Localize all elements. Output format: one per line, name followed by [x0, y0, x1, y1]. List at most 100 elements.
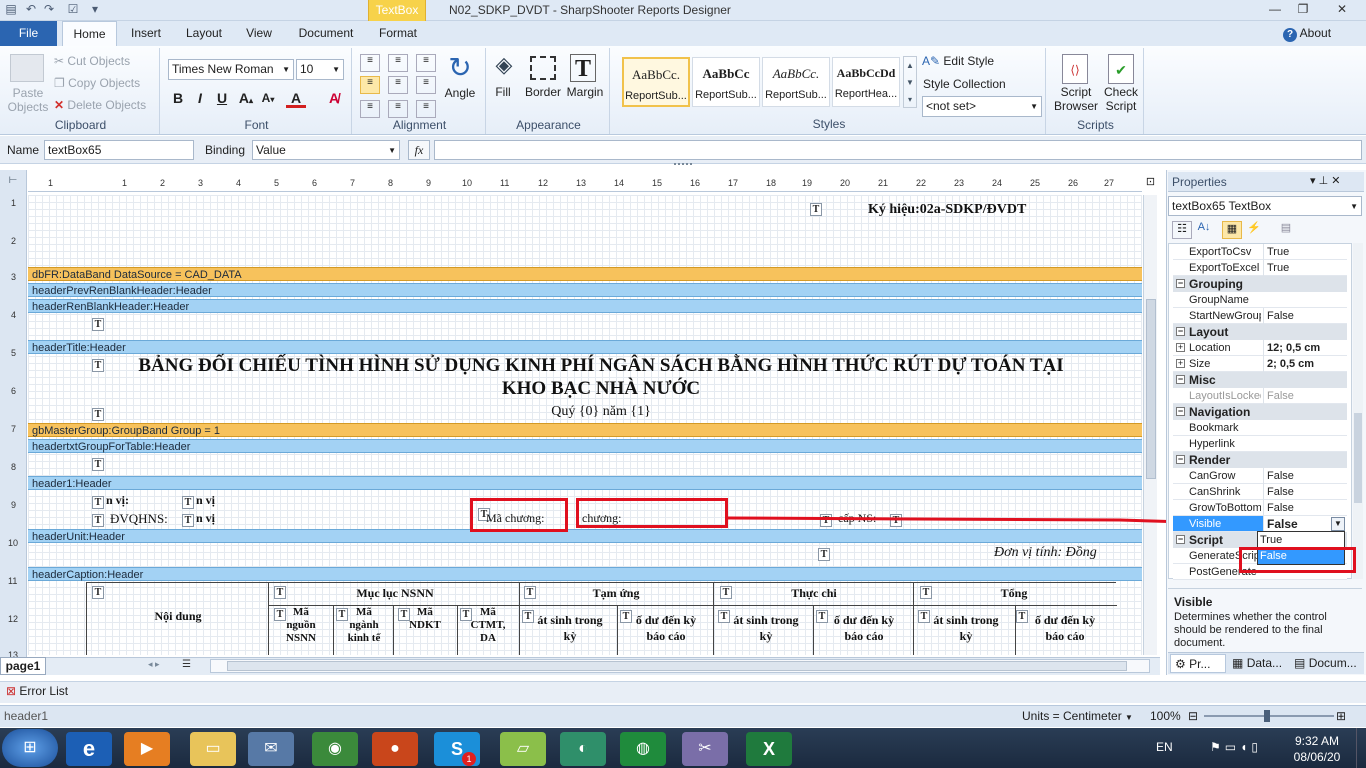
col-thucchi-phatsinh[interactable]: át sinh trong kỳ — [716, 612, 816, 644]
prop-row-exporttoexcel[interactable]: ExportToExcel True — [1173, 260, 1347, 276]
page-tab-page1[interactable]: page1 — [0, 657, 46, 675]
expand-icon[interactable]: + — [1176, 343, 1185, 352]
style-item-4[interactable]: AaBbCcDd ReportHea... — [832, 57, 900, 107]
checkbox-icon[interactable]: ☑ — [66, 2, 80, 16]
align-bottom-left-icon[interactable]: ≡ — [360, 100, 380, 118]
col-thucchi[interactable]: Thực chi — [714, 586, 914, 600]
prop-row-size[interactable]: + Size 2; 0,5 cm — [1173, 356, 1347, 372]
align-middle-center-icon[interactable]: ≡ — [388, 76, 408, 94]
zoom-in-icon[interactable]: ⊞ — [1336, 709, 1346, 723]
tab-file[interactable]: File — [0, 21, 57, 46]
undo-icon[interactable]: ↶ — [24, 2, 38, 16]
margin-button[interactable]: Margin — [564, 85, 606, 99]
delete-button[interactable]: ✕ Delete Objects — [54, 98, 146, 112]
object-select[interactable]: textBox65 TextBox ▼ — [1168, 196, 1362, 216]
horizontal-scroll-thumb[interactable] — [227, 661, 1127, 671]
redo-icon[interactable]: ↷ — [42, 2, 56, 16]
minimize-button[interactable]: — — [1262, 0, 1288, 19]
tray-icons[interactable]: ⚑▭◖▯ — [1210, 740, 1262, 754]
textbox-icon[interactable]: T — [92, 496, 104, 509]
prop-cat-misc[interactable]: − Misc — [1173, 372, 1347, 388]
textbox-icon[interactable]: T — [92, 586, 104, 599]
firefox-icon[interactable]: ● — [372, 732, 418, 766]
prop-cat-layout[interactable]: − Layout — [1173, 324, 1347, 340]
splitter-handle[interactable] — [674, 163, 692, 167]
col-tong-sodu[interactable]: ố dư đến kỳ báo cáo — [1014, 612, 1116, 644]
zoom-slider-thumb[interactable] — [1264, 710, 1270, 722]
app-round-icon[interactable]: ◍ — [620, 732, 666, 766]
col-mucluc[interactable]: Mục lục NSNN — [270, 586, 520, 600]
vertical-scroll-thumb[interactable] — [1146, 299, 1156, 479]
report-canvas[interactable]: T Ký hiệu:02a-SDKP/ĐVDT dbFR:DataBand Da… — [28, 195, 1142, 655]
clear-format-icon[interactable]: A̸ — [324, 88, 344, 108]
style-item-3[interactable]: AaBbCc. ReportSub... — [762, 57, 830, 107]
fx-button[interactable]: fx — [408, 140, 430, 160]
textbox-icon[interactable]: T — [182, 514, 194, 527]
textbox-icon[interactable]: T — [818, 548, 830, 561]
prop-row-groupname[interactable]: GroupName — [1173, 292, 1347, 308]
angle-button[interactable]: Angle — [438, 86, 482, 100]
textbox-icon[interactable]: T — [810, 203, 822, 216]
band-txtgroup-header[interactable]: headertxtGroupForTable:Header — [28, 439, 1142, 453]
property-pages-icon[interactable]: ▤ — [1276, 221, 1296, 239]
prop-row-canshrink[interactable]: CanShrink False — [1173, 484, 1347, 500]
col-manguon[interactable]: Mã nguồn NSNN — [272, 606, 330, 645]
prop-row-exporttocsv[interactable]: ExportToCsv True — [1173, 244, 1347, 260]
edit-style-button[interactable]: A✎ Edit Style — [922, 54, 994, 68]
font-size-select[interactable]: 10 ▼ — [296, 59, 344, 80]
close-button[interactable]: ✕ — [1320, 0, 1364, 19]
tab-properties[interactable]: ⚙ Pr... — [1170, 654, 1226, 673]
error-list-tab[interactable]: ⊠ Error List — [6, 684, 68, 698]
start-button[interactable]: ⊞ — [2, 729, 58, 767]
browser-icon[interactable]: ◐ — [560, 732, 606, 766]
prop-cat-navigation[interactable]: − Navigation — [1173, 404, 1347, 420]
units-select[interactable]: Units = Centimeter ▼ — [1022, 709, 1133, 723]
tab-format[interactable]: Format — [370, 21, 426, 46]
cut-button[interactable]: ✂ Cut Objects — [54, 54, 130, 68]
zoom-slider[interactable] — [1204, 710, 1334, 722]
dvqhns-value[interactable]: n vị — [196, 511, 215, 526]
explorer-icon[interactable]: ▭ — [190, 732, 236, 766]
language-indicator[interactable]: EN — [1156, 740, 1173, 754]
fill-button[interactable]: Fill — [488, 85, 518, 99]
col-mactmt[interactable]: Mã CTMT, DA — [458, 606, 518, 645]
ie-icon[interactable]: e — [66, 732, 112, 766]
align-top-center-icon[interactable]: ≡ — [388, 54, 408, 72]
band-ren-header[interactable]: headerRenBlankHeader:Header — [28, 299, 1142, 313]
mail-icon[interactable]: ✉ — [248, 732, 294, 766]
font-family-select[interactable]: Times New Roman ▼ — [168, 59, 294, 80]
kyhieu-text[interactable]: Ký hiệu:02a-SDKP/ĐVDT — [868, 202, 1026, 218]
col-tamung-phatsinh[interactable]: át sinh trong kỳ — [522, 612, 618, 644]
underline-icon[interactable]: U — [212, 88, 232, 108]
tab-document-outline[interactable]: ▤ Docum... — [1290, 654, 1362, 673]
report-title-line3[interactable]: Quý {0} năm {1} — [28, 404, 1142, 420]
script-browser-button[interactable]: Script Browser — [1052, 85, 1100, 113]
show-desktop-button[interactable] — [1356, 728, 1366, 768]
property-grid-scrollbar[interactable] — [1353, 243, 1363, 579]
dropdown-option-true[interactable]: True — [1258, 532, 1344, 548]
style-collection-button[interactable]: Style Collection — [923, 77, 1006, 91]
zoom-to-fit-icon[interactable]: ⊡ — [1144, 175, 1157, 190]
align-top-right-icon[interactable]: ≡ — [416, 54, 436, 72]
textbox-icon[interactable]: T — [92, 318, 104, 331]
band-databand[interactable]: dbFR:DataBand DataSource = CAD_DATA — [28, 267, 1142, 281]
notes-icon[interactable]: ▱ — [500, 732, 546, 766]
col-tamung[interactable]: Tạm ứng — [520, 586, 712, 600]
chrome-icon[interactable]: ◉ — [312, 732, 358, 766]
font-color-icon[interactable]: A — [286, 88, 306, 108]
page-nav-icon[interactable]: ◂ ▸ — [148, 659, 160, 670]
categorized-icon[interactable]: ☷ — [1172, 221, 1192, 239]
band-group[interactable]: gbMasterGroup:GroupBand Group = 1 — [28, 423, 1142, 437]
clock-time[interactable]: 9:32 AM — [1292, 734, 1342, 748]
name-input[interactable]: textBox65 — [44, 140, 194, 160]
about-button[interactable]: ? About — [1283, 26, 1331, 42]
col-manganh[interactable]: Mã ngành kinh tế — [334, 606, 394, 645]
align-top-left-icon[interactable]: ≡ — [360, 54, 380, 72]
binding-select[interactable]: Value ▼ — [252, 140, 400, 160]
zoom-out-icon[interactable]: ⊟ — [1188, 709, 1198, 723]
donvi-value[interactable]: n vị — [196, 493, 215, 508]
prop-row-bookmark[interactable]: Bookmark — [1173, 420, 1347, 436]
pin-icon[interactable]: ▾ ⊥ ✕ — [1310, 174, 1340, 187]
align-middle-left-icon[interactable]: ≡ — [360, 76, 380, 94]
dvqhns-label[interactable]: ĐVQHNS: — [110, 511, 168, 527]
